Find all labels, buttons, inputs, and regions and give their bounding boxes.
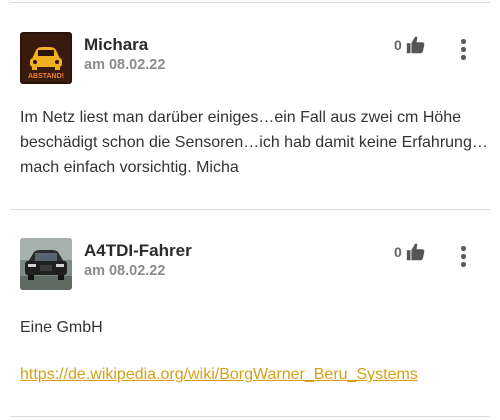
like-count: 0	[394, 244, 402, 260]
divider	[10, 209, 490, 210]
post-date: am 08.02.22	[84, 263, 166, 279]
forum-thread: ABSTAND! Michara am 08.02.22 0 Im Netz l…	[0, 0, 500, 420]
more-options-icon[interactable]	[456, 245, 470, 269]
post-body: Im Netz liest man darüber einiges…ein Fa…	[20, 109, 488, 176]
like-count: 0	[394, 37, 402, 53]
thumbs-up-icon[interactable]	[405, 34, 427, 56]
post-body: Eine GmbH	[20, 319, 103, 336]
more-options-icon[interactable]	[456, 38, 470, 62]
post-date: am 08.02.22	[84, 57, 166, 73]
divider	[10, 2, 490, 3]
avatar[interactable]: ABSTAND!	[20, 32, 72, 84]
username[interactable]: A4TDI-Fahrer	[84, 241, 192, 261]
avatar[interactable]	[20, 238, 72, 290]
wikipedia-link[interactable]: https://de.wikipedia.org/wiki/BorgWarner…	[20, 366, 418, 384]
car-warning-avatar-icon: ABSTAND!	[20, 32, 72, 84]
car-photo-avatar-icon	[20, 238, 72, 290]
thumbs-up-icon[interactable]	[405, 241, 427, 263]
divider	[10, 416, 490, 417]
username[interactable]: Michara	[84, 35, 148, 55]
avatar-caption: ABSTAND!	[28, 73, 64, 80]
